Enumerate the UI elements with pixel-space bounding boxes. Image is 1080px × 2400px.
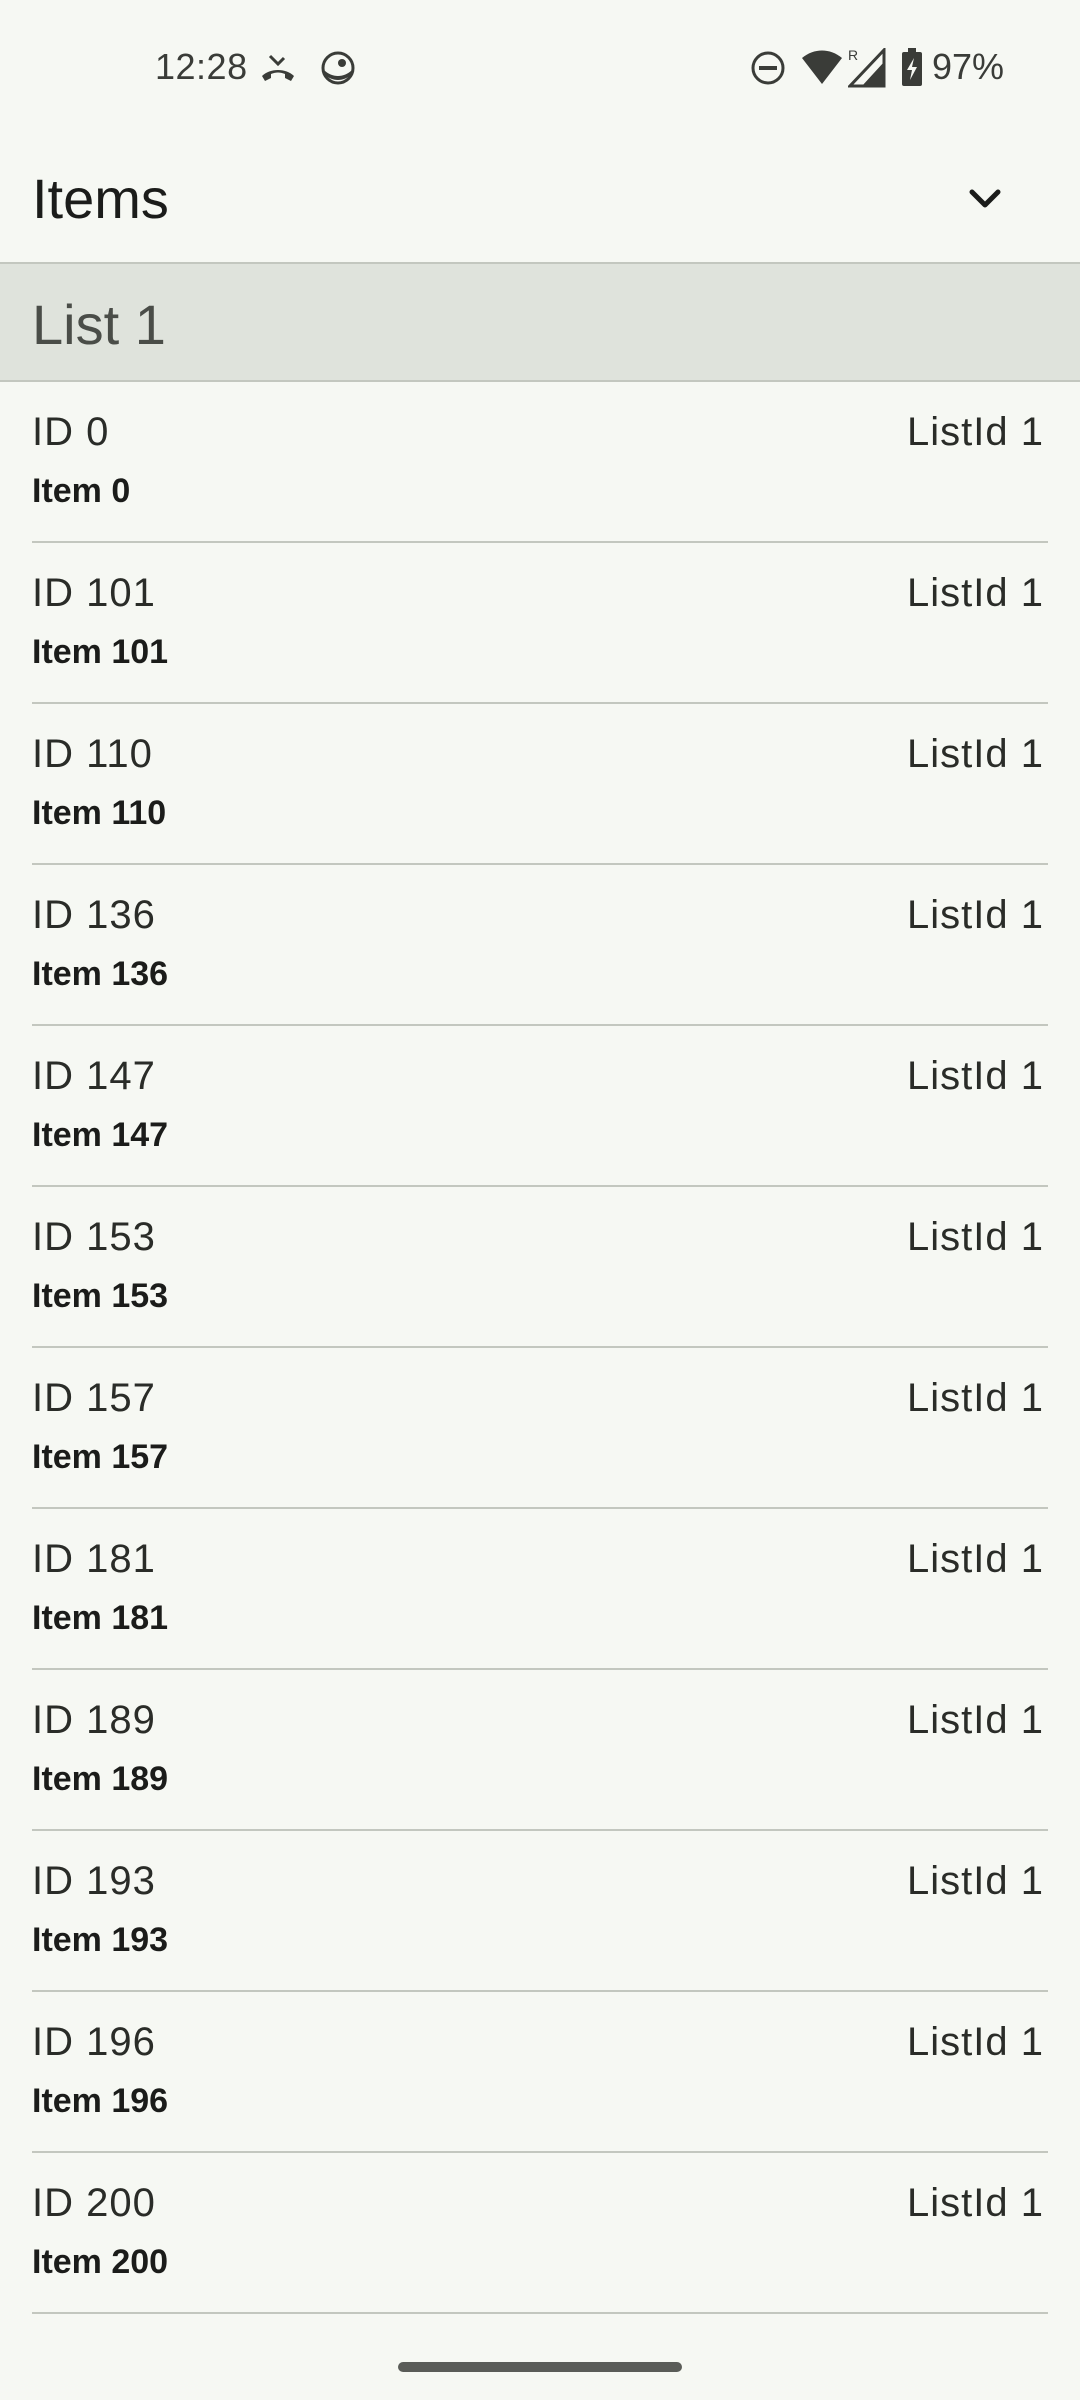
list-item[interactable]: ID 147 ListId 1 Item 147 (0, 1026, 1080, 1185)
list-item[interactable]: ID 196 ListId 1 Item 196 (0, 1992, 1080, 2151)
item-name: Item 193 (32, 1921, 169, 1959)
list-item[interactable]: ID 200 ListId 1 Item 200 (0, 2153, 1080, 2312)
expand-button[interactable] (950, 164, 1020, 234)
item-name: Item 0 (32, 472, 131, 510)
item-id: ID 200 (32, 2181, 156, 2225)
item-id: ID 157 (32, 1376, 156, 1420)
vpn-icon (318, 48, 358, 88)
items-list: ID 0 ListId 1 Item 0 ID 101 ListId 1 Ite… (0, 382, 1080, 2314)
item-name: Item 147 (32, 1116, 169, 1154)
item-list-id: ListId 1 (907, 1376, 1044, 1420)
item-list-id: ListId 1 (907, 1698, 1044, 1742)
item-id: ID 147 (32, 1054, 156, 1098)
item-id: ID 193 (32, 1859, 156, 1903)
item-list-id: ListId 1 (907, 2181, 1044, 2225)
list-item[interactable]: ID 136 ListId 1 Item 136 (0, 865, 1080, 1024)
battery-charging-icon (900, 48, 924, 88)
item-divider (32, 2312, 1048, 2314)
wifi-icon (800, 48, 844, 88)
battery-percent: 97% (932, 46, 1005, 87)
list-group-header[interactable]: List 1 (0, 264, 1080, 380)
item-id: ID 0 (32, 410, 110, 454)
item-id: ID 153 (32, 1215, 156, 1259)
item-list-id: ListId 1 (907, 732, 1044, 776)
item-list-id: ListId 1 (907, 410, 1044, 454)
item-name: Item 101 (32, 633, 169, 671)
missed-call-icon (258, 48, 298, 88)
list-item[interactable]: ID 193 ListId 1 Item 193 (0, 1831, 1080, 1990)
item-list-id: ListId 1 (907, 1859, 1044, 1903)
list-item[interactable]: ID 101 ListId 1 Item 101 (0, 543, 1080, 702)
item-name: Item 196 (32, 2082, 169, 2120)
item-list-id: ListId 1 (907, 1054, 1044, 1098)
list-item[interactable]: ID 110 ListId 1 Item 110 (0, 704, 1080, 863)
item-name: Item 153 (32, 1277, 169, 1315)
item-id: ID 189 (32, 1698, 156, 1742)
do-not-disturb-icon (748, 48, 788, 88)
list-item[interactable]: ID 153 ListId 1 Item 153 (0, 1187, 1080, 1346)
chevron-down-icon (969, 189, 1001, 208)
item-name: Item 110 (32, 794, 167, 832)
item-id: ID 101 (32, 571, 156, 615)
item-list-id: ListId 1 (907, 571, 1044, 615)
item-list-id: ListId 1 (907, 1537, 1044, 1581)
item-list-id: ListId 1 (907, 2020, 1044, 2064)
item-id: ID 181 (32, 1537, 156, 1581)
gesture-navigation-handle[interactable] (398, 2362, 682, 2372)
item-name: Item 157 (32, 1438, 169, 1476)
item-name: Item 189 (32, 1760, 169, 1798)
item-list-id: ListId 1 (907, 893, 1044, 937)
item-id: ID 196 (32, 2020, 156, 2064)
item-id: ID 136 (32, 893, 156, 937)
item-name: Item 200 (32, 2243, 169, 2281)
svg-text:R: R (848, 48, 858, 63)
status-time: 12:28 (155, 46, 248, 87)
signal-roaming-icon: R (846, 46, 888, 88)
item-id: ID 110 (32, 732, 153, 776)
list-item[interactable]: ID 189 ListId 1 Item 189 (0, 1670, 1080, 1829)
list-group-label: List 1 (32, 293, 166, 356)
top-app-bar: Items (0, 136, 1080, 262)
list-item[interactable]: ID 181 ListId 1 Item 181 (0, 1509, 1080, 1668)
status-bar: 12:28 R 97% (0, 0, 1080, 136)
list-item[interactable]: ID 0 ListId 1 Item 0 (0, 382, 1080, 541)
list-item[interactable]: ID 157 ListId 1 Item 157 (0, 1348, 1080, 1507)
item-list-id: ListId 1 (907, 1215, 1044, 1259)
page-title: Items (32, 167, 169, 230)
item-name: Item 136 (32, 955, 169, 993)
item-name: Item 181 (32, 1599, 169, 1637)
